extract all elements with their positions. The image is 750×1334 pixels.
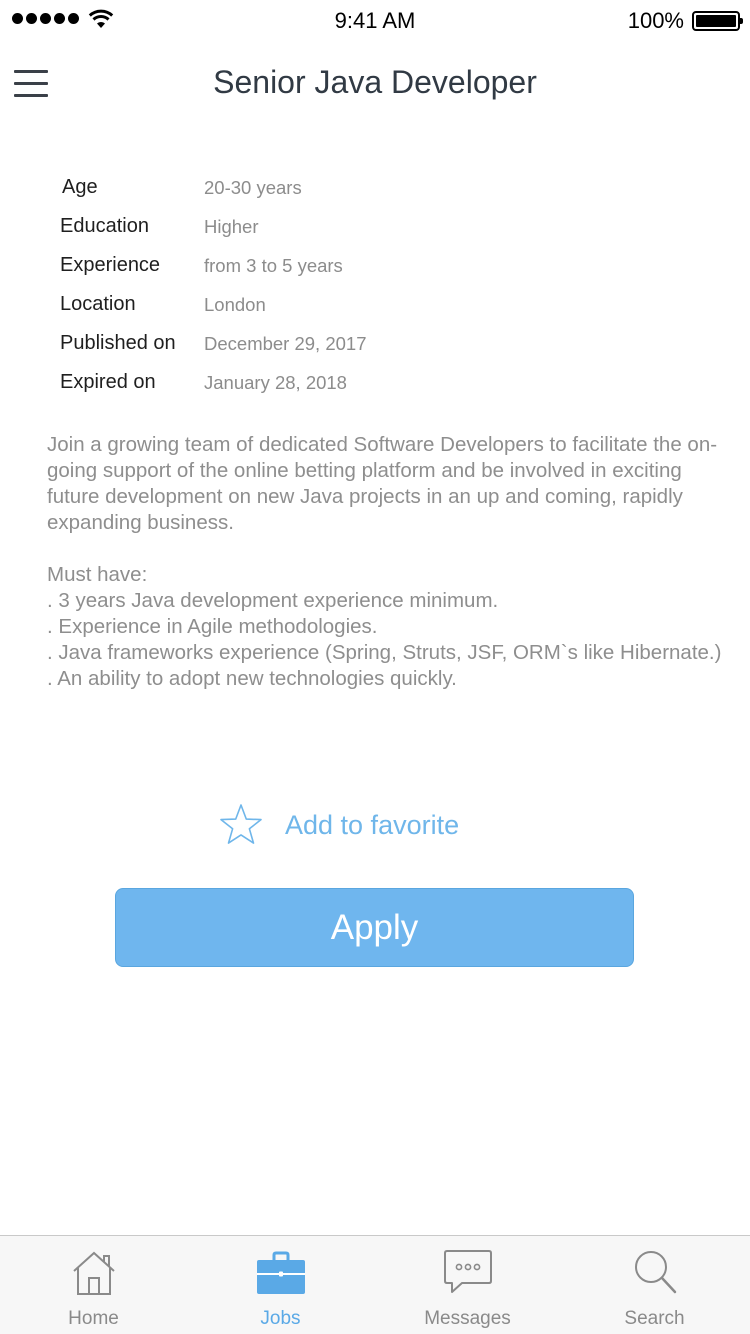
requirement-item: . Experience in Agile methodologies. [47,615,378,638]
tab-label: Messages [424,1308,511,1329]
job-description: Join a growing team of dedicated Softwar… [47,432,727,692]
requirements-heading: Must have: [47,563,148,586]
detail-label: Age [62,176,98,198]
page-title: Senior Java Developer [213,64,537,100]
star-outline-icon [220,804,262,844]
detail-label: Expired on [60,371,156,393]
tab-label: Search [624,1308,685,1329]
detail-label: Location [60,293,136,315]
add-to-favorite-button[interactable]: Add to favorite [218,800,459,850]
tab-bar: Home Jobs Messages Search [0,1235,750,1334]
briefcase-icon [256,1251,305,1294]
description-intro: Join a growing team of dedicated Softwar… [47,433,718,534]
detail-label: Education [60,215,149,237]
detail-label: Experience [60,254,161,276]
tab-label: Home [68,1308,119,1329]
detail-value: London [204,294,266,315]
battery-percent: 100% [627,8,684,33]
status-bar: 9:41 AM 100% [0,0,750,42]
apply-button[interactable]: Apply [115,888,634,967]
detail-value: January 28, 2018 [204,372,347,393]
detail-value: 20-30 years [204,177,302,198]
tab-jobs[interactable]: Jobs [187,1236,374,1334]
detail-value: Higher [204,216,259,237]
detail-value: December 29, 2017 [204,333,367,354]
tab-label: Jobs [260,1308,301,1329]
magnifier-icon [634,1251,676,1294]
detail-value: from 3 to 5 years [204,255,343,276]
message-bubble-icon [443,1250,492,1293]
detail-label: Published on [60,332,176,354]
tab-home[interactable]: Home [0,1236,187,1334]
favorite-label: Add to favorite [285,809,460,840]
home-icon [72,1251,115,1295]
requirement-item: . An ability to adopt new technologies q… [47,667,457,690]
battery-icon [692,11,743,31]
requirement-item: . 3 years Java development experience mi… [47,589,499,612]
tab-search[interactable]: Search [561,1236,748,1334]
requirement-item: . Java frameworks experience (Spring, St… [47,641,722,664]
nav-bar: Senior Java Developer [0,42,750,130]
tab-messages[interactable]: Messages [374,1236,561,1334]
